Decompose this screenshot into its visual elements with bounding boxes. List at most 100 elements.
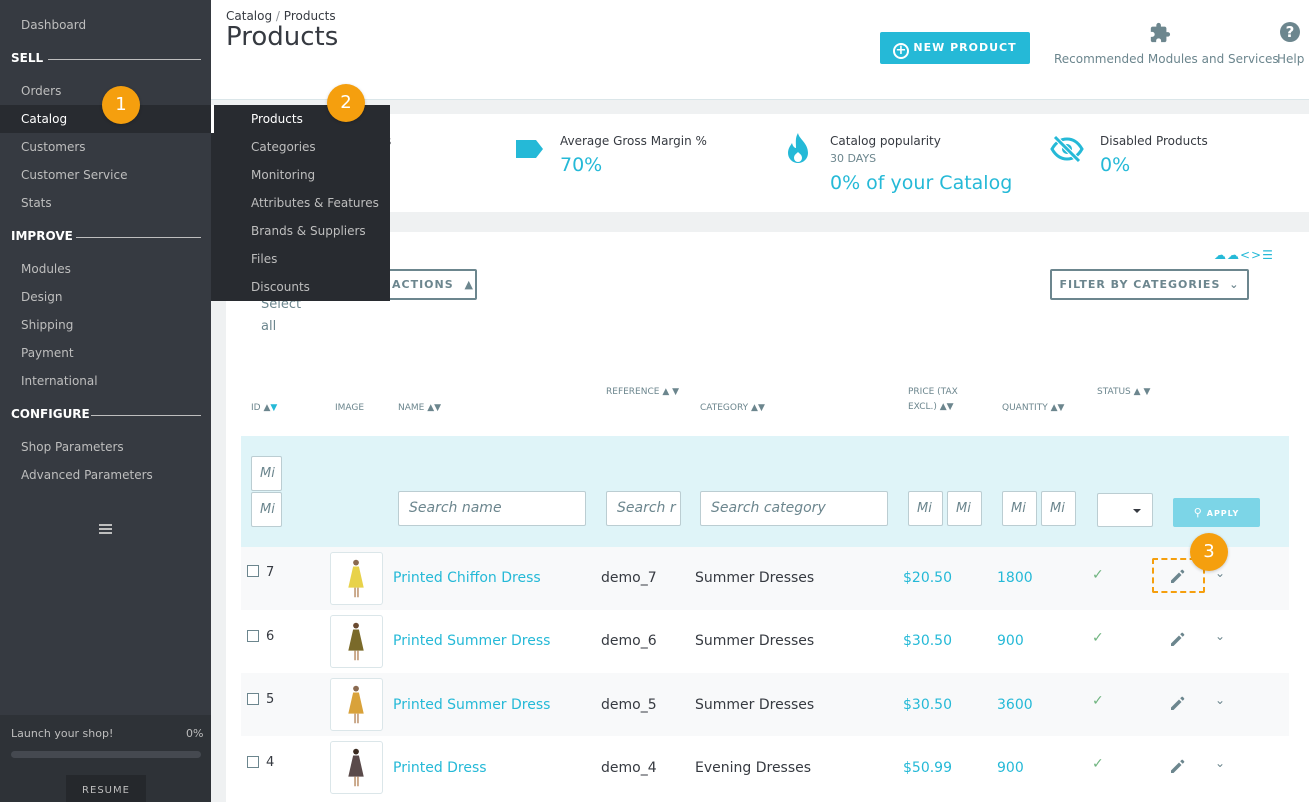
- row-checkbox[interactable]: [247, 565, 259, 577]
- status-select[interactable]: [1097, 493, 1153, 527]
- apply-filters-button[interactable]: ⚲ APPLY: [1173, 498, 1260, 527]
- chevron-down-icon: ⌄: [1229, 278, 1240, 291]
- chevron-down-icon[interactable]: ⌄: [1215, 756, 1225, 770]
- breadcrumb-parent[interactable]: Catalog: [226, 9, 272, 23]
- sidebar-item-design[interactable]: Design: [21, 290, 62, 304]
- column-image: IMAGE: [335, 403, 365, 413]
- product-thumbnail[interactable]: [330, 615, 383, 668]
- column-id[interactable]: ID ▲▼: [251, 401, 277, 416]
- sidebar-item-payment[interactable]: Payment: [21, 346, 74, 360]
- sidebar-item-catalog[interactable]: Catalog: [21, 112, 67, 126]
- resume-button[interactable]: RESUME: [66, 775, 146, 802]
- submenu-item-products[interactable]: Products: [251, 112, 303, 126]
- new-product-button[interactable]: + NEW PRODUCT: [880, 32, 1030, 64]
- table-row: 6 Printed Summer Dress demo_6 Summer Dre…: [241, 610, 1289, 673]
- product-thumbnail[interactable]: [330, 741, 383, 794]
- product-quantity[interactable]: 3600: [997, 697, 1033, 713]
- product-name-link[interactable]: Printed Dress: [393, 760, 487, 776]
- sidebar-item-shipping[interactable]: Shipping: [21, 318, 73, 332]
- status-enabled-icon[interactable]: ✓: [1092, 756, 1104, 772]
- sort-desc-icon[interactable]: ▼: [270, 403, 277, 413]
- table-row: 4 Printed Dress demo_4 Evening Dresses $…: [241, 736, 1289, 799]
- sidebar-item-advanced-parameters[interactable]: Advanced Parameters: [21, 468, 153, 482]
- product-price[interactable]: $30.50: [903, 633, 952, 649]
- product-quantity[interactable]: 1800: [997, 570, 1033, 586]
- submenu-item-discounts[interactable]: Discounts: [251, 280, 310, 294]
- sidebar-item-customers[interactable]: Customers: [21, 140, 86, 154]
- product-thumbnail[interactable]: [330, 552, 383, 605]
- product-name-link[interactable]: Printed Chiffon Dress: [393, 570, 541, 586]
- sort-icon[interactable]: ▲ ▼: [1134, 387, 1151, 397]
- submenu-item-monitoring[interactable]: Monitoring: [251, 168, 315, 182]
- section-configure: CONFIGURE: [11, 407, 90, 421]
- qty-min-input[interactable]: Mi: [1002, 491, 1037, 526]
- row-checkbox[interactable]: [247, 630, 259, 642]
- sort-icon[interactable]: ▲▼: [751, 403, 765, 413]
- product-quantity[interactable]: 900: [997, 760, 1024, 776]
- submenu-item-brands[interactable]: Brands & Suppliers: [251, 224, 366, 238]
- status-enabled-icon[interactable]: ✓: [1092, 630, 1104, 646]
- product-quantity[interactable]: 900: [997, 633, 1024, 649]
- submenu-item-files[interactable]: Files: [251, 252, 277, 266]
- column-quantity[interactable]: QUANTITY ▲▼: [1002, 401, 1064, 416]
- id-max-input[interactable]: Mi: [251, 492, 282, 527]
- cloud-upload-icon[interactable]: ☁: [1214, 248, 1227, 262]
- recommended-modules-link[interactable]: Recommended Modules and Services: [1054, 52, 1279, 66]
- column-status[interactable]: STATUS ▲ ▼: [1097, 385, 1152, 400]
- sort-icon[interactable]: ▲▼: [427, 403, 441, 413]
- search-category-input[interactable]: Search category: [700, 491, 888, 526]
- callout-2: 2: [327, 84, 365, 122]
- status-enabled-icon[interactable]: ✓: [1092, 693, 1104, 709]
- product-price[interactable]: $30.50: [903, 697, 952, 713]
- search-name-input[interactable]: Search name: [398, 491, 586, 526]
- product-thumbnail[interactable]: [330, 678, 383, 731]
- edit-pencil-icon[interactable]: [1169, 630, 1187, 648]
- chevron-down-icon[interactable]: ⌄: [1215, 693, 1225, 707]
- id-min-input[interactable]: Mi: [251, 456, 282, 491]
- help-icon[interactable]: ?: [1280, 22, 1300, 42]
- price-min-input[interactable]: Mi: [908, 491, 943, 526]
- filter-by-categories-button[interactable]: FILTER BY CATEGORIES ⌄: [1050, 269, 1249, 300]
- sidebar-item-stats[interactable]: Stats: [21, 196, 52, 210]
- price-max-input[interactable]: Mi: [947, 491, 982, 526]
- filter-categories-label: FILTER BY CATEGORIES: [1059, 278, 1221, 291]
- sidebar-item-shop-parameters[interactable]: Shop Parameters: [21, 440, 124, 454]
- status-enabled-icon[interactable]: ✓: [1092, 567, 1104, 583]
- row-checkbox[interactable]: [247, 693, 259, 705]
- flame-icon: [788, 133, 808, 163]
- chevron-down-icon[interactable]: ⌄: [1215, 629, 1225, 643]
- search-reference-input[interactable]: Search r: [606, 491, 681, 526]
- column-price[interactable]: PRICE (TAX EXCL.) ▲▼: [908, 385, 970, 415]
- column-name-label: NAME: [398, 403, 425, 413]
- row-checkbox[interactable]: [247, 756, 259, 768]
- cloud-download-icon[interactable]: ☁: [1227, 248, 1240, 262]
- submenu-item-categories[interactable]: Categories: [251, 140, 316, 154]
- sidebar-item-dashboard[interactable]: Dashboard: [21, 18, 86, 32]
- edit-pencil-icon[interactable]: [1169, 694, 1187, 712]
- sort-icon[interactable]: ▲ ▼: [662, 387, 679, 397]
- edit-pencil-icon[interactable]: [1169, 757, 1187, 775]
- puzzle-icon[interactable]: [1149, 22, 1171, 44]
- sidebar-item-modules[interactable]: Modules: [21, 262, 71, 276]
- submenu-item-attributes[interactable]: Attributes & Features: [251, 196, 379, 210]
- sidebar-item-orders[interactable]: Orders: [21, 84, 61, 98]
- product-id: 6: [266, 629, 275, 644]
- list-icon[interactable]: ☰: [1262, 248, 1274, 262]
- menu-collapse-icon[interactable]: [99, 524, 112, 536]
- column-reference[interactable]: REFERENCE ▲ ▼: [606, 385, 686, 400]
- sidebar-item-customer-service[interactable]: Customer Service: [21, 168, 127, 182]
- code-icon[interactable]: <>: [1240, 248, 1262, 262]
- product-price[interactable]: $50.99: [903, 760, 952, 776]
- column-name[interactable]: NAME ▲▼: [398, 401, 441, 416]
- column-category[interactable]: CATEGORY ▲▼: [700, 401, 765, 416]
- product-name-link[interactable]: Printed Summer Dress: [393, 697, 550, 713]
- qty-max-input[interactable]: Mi: [1041, 491, 1076, 526]
- help-link[interactable]: Help: [1277, 52, 1304, 66]
- sort-icon[interactable]: ▲▼: [940, 402, 954, 412]
- sort-icon[interactable]: ▲▼: [1051, 403, 1065, 413]
- dress-image: [348, 748, 364, 787]
- product-name-link[interactable]: Printed Summer Dress: [393, 633, 550, 649]
- section-improve: IMPROVE: [11, 229, 73, 243]
- sidebar-item-international[interactable]: International: [21, 374, 98, 388]
- product-price[interactable]: $20.50: [903, 570, 952, 586]
